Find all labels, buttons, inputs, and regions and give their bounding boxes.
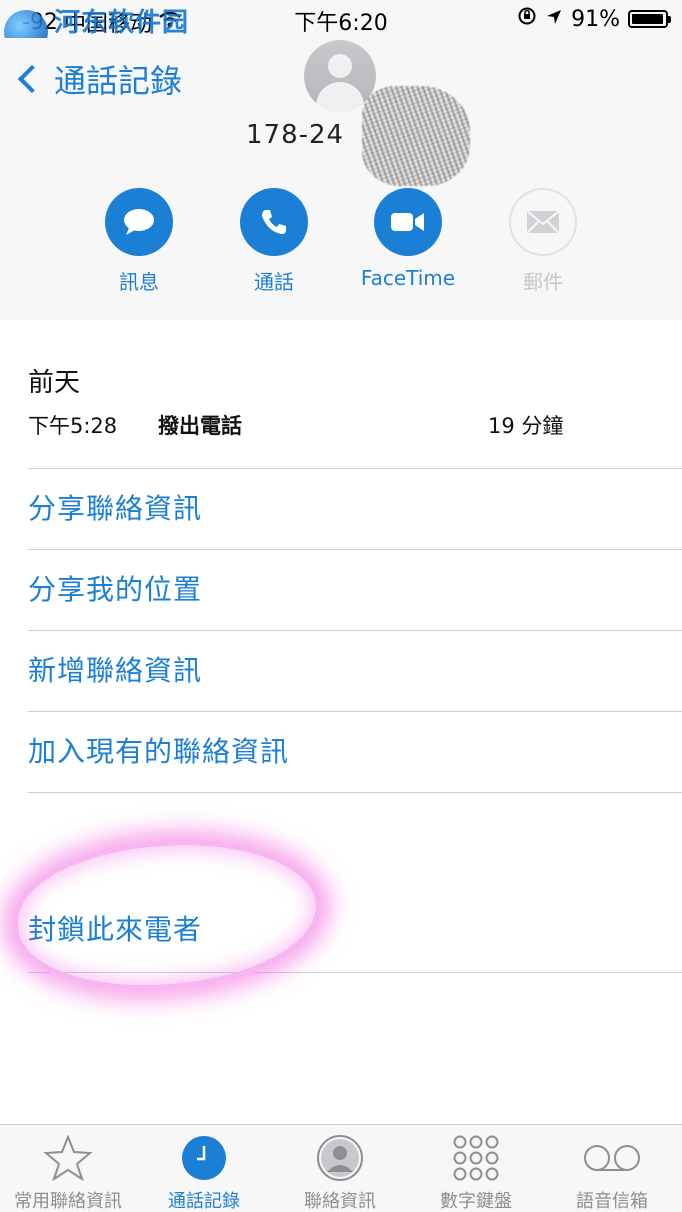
call-duration: 19 分鐘 [488, 414, 564, 438]
call-time: 下午5:28 [28, 414, 118, 438]
block-caller-option[interactable]: 封鎖此來電者 [28, 890, 668, 970]
call-day-label: 前天 [28, 368, 81, 398]
tab-favorites[interactable]: 常用聯絡資訊 [0, 1133, 136, 1212]
tab-label-contacts: 聯絡資訊 [304, 1191, 376, 1212]
divider [28, 792, 682, 793]
mail-icon [509, 188, 577, 256]
call-type: 撥出電話 [158, 414, 242, 438]
battery-icon [628, 10, 671, 28]
tab-label-favorites: 常用聯絡資訊 [14, 1191, 122, 1212]
video-camera-icon [374, 188, 442, 256]
tab-label-recents: 通話記錄 [168, 1191, 240, 1212]
star-icon [0, 1133, 136, 1183]
tab-contacts[interactable]: 聯絡資訊 [272, 1133, 408, 1212]
rotation-lock-icon [517, 6, 537, 32]
create-contact-option[interactable]: 新增聯絡資訊 [28, 631, 668, 711]
facetime-action-label: FaceTime [360, 266, 456, 290]
chevron-left-icon [17, 64, 47, 94]
status-right: 91% [517, 6, 671, 32]
battery-percent: 91% [571, 6, 620, 32]
tab-label-voicemail: 語音信箱 [576, 1191, 648, 1212]
call-details: 前天 下午5:28 撥出電話 19 分鐘 分享聯絡資訊 分享我的位置 新增聯絡資… [0, 320, 682, 1124]
clock-icon [136, 1133, 272, 1183]
mail-action-button[interactable]: 郵件 [483, 188, 603, 295]
mail-action-label: 郵件 [523, 270, 563, 294]
status-bar: -92 中国移动 下午6:20 91% [0, 0, 682, 38]
add-to-existing-contact-option[interactable]: 加入現有的聯絡資訊 [28, 712, 668, 792]
divider [28, 972, 682, 973]
redaction-scribble [362, 86, 470, 186]
tab-recents[interactable]: 通話記錄 [136, 1133, 272, 1212]
share-location-option[interactable]: 分享我的位置 [28, 550, 668, 630]
voicemail-icon [544, 1133, 680, 1183]
back-label: 通話記錄 [54, 62, 183, 100]
tab-voicemail[interactable]: 語音信箱 [544, 1133, 680, 1212]
call-action-label: 通話 [254, 270, 294, 294]
tab-label-keypad: 數字鍵盤 [440, 1191, 512, 1212]
share-contact-option[interactable]: 分享聯絡資訊 [28, 469, 668, 549]
keypad-icon [408, 1133, 544, 1183]
location-arrow-icon [545, 7, 563, 32]
action-row: 訊息 通話 FaceTime 郵件 [0, 188, 682, 298]
message-icon [105, 188, 173, 256]
call-action-button[interactable]: 通話 [214, 188, 334, 295]
contact-icon [272, 1133, 408, 1183]
message-action-button[interactable]: 訊息 [79, 188, 199, 295]
tab-bar: 常用聯絡資訊 通話記錄 聯絡資訊 數字鍵盤 語音信箱 [0, 1124, 682, 1212]
phone-number: 178-24 [246, 120, 345, 150]
back-button[interactable]: 通話記錄 [12, 56, 182, 102]
contact-header: 通話記錄 178-24 訊息 通話 FaceTime 郵件 [0, 38, 682, 320]
facetime-action-button[interactable]: FaceTime [348, 188, 468, 290]
phone-icon [240, 188, 308, 256]
phone-screen: -92 中国移动 下午6:20 91% 河东软件园 通話記錄 178-24 訊息… [0, 0, 682, 1212]
tab-keypad[interactable]: 數字鍵盤 [408, 1133, 544, 1212]
message-action-label: 訊息 [119, 270, 159, 294]
